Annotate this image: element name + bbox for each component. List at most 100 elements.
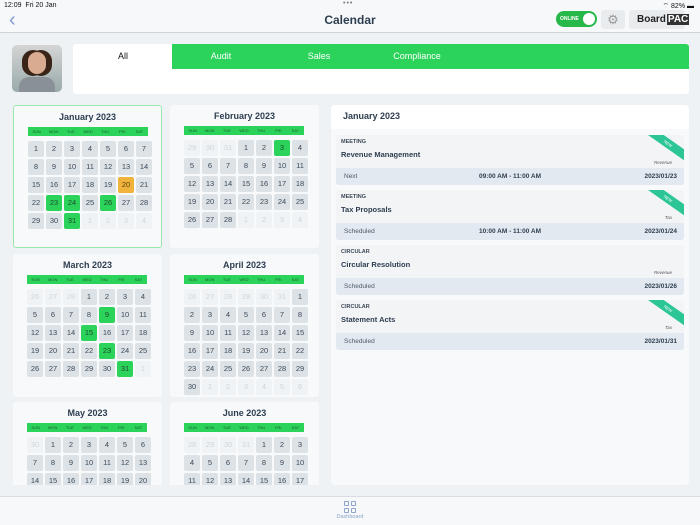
- day-cell[interactable]: 12: [184, 176, 200, 192]
- day-cell[interactable]: 2: [46, 141, 62, 157]
- day-cell[interactable]: 15: [45, 473, 61, 485]
- day-cell[interactable]: 7: [27, 455, 43, 471]
- other-month-day[interactable]: 29: [238, 289, 254, 305]
- day-cell[interactable]: 14: [274, 325, 290, 341]
- day-cell[interactable]: 13: [135, 455, 151, 471]
- other-month-day[interactable]: 30: [27, 437, 43, 453]
- other-month-day[interactable]: 29: [184, 140, 200, 156]
- other-month-day[interactable]: 3: [238, 379, 254, 395]
- day-cell[interactable]: 17: [274, 176, 290, 192]
- other-month-day[interactable]: 1: [82, 213, 98, 229]
- event-day[interactable]: 31: [117, 361, 133, 377]
- day-cell[interactable]: 2: [256, 140, 272, 156]
- day-cell[interactable]: 16: [256, 176, 272, 192]
- other-month-day[interactable]: 26: [27, 289, 43, 305]
- event-day[interactable]: 23: [46, 195, 62, 211]
- day-cell[interactable]: 1: [238, 140, 254, 156]
- day-cell[interactable]: 15: [256, 473, 272, 485]
- day-cell[interactable]: 18: [135, 325, 151, 341]
- day-cell[interactable]: 19: [184, 194, 200, 210]
- day-cell[interactable]: 29: [28, 213, 44, 229]
- day-cell[interactable]: 12: [238, 325, 254, 341]
- other-month-day[interactable]: 1: [135, 361, 151, 377]
- dashboard-button[interactable]: Dashboard: [333, 501, 367, 520]
- event-day[interactable]: 23: [99, 343, 115, 359]
- gear-icon[interactable]: ⚙: [601, 10, 625, 29]
- day-cell[interactable]: 4: [99, 437, 115, 453]
- tab-all[interactable]: All: [83, 51, 163, 61]
- other-month-day[interactable]: 5: [274, 379, 290, 395]
- day-cell[interactable]: 27: [256, 361, 272, 377]
- day-cell[interactable]: 21: [136, 177, 152, 193]
- other-month-day[interactable]: 26: [184, 289, 200, 305]
- day-cell[interactable]: 27: [202, 212, 218, 228]
- event-day[interactable]: 31: [64, 213, 80, 229]
- other-month-day[interactable]: 4: [256, 379, 272, 395]
- day-cell[interactable]: 2: [184, 307, 200, 323]
- months-scroll[interactable]: January 2023 SUN MON TUE WED THU FRI SAT 1 2 3 4 5 6 7…: [0, 100, 325, 485]
- day-cell[interactable]: 5: [117, 437, 133, 453]
- event-day[interactable]: 26: [100, 195, 116, 211]
- day-cell[interactable]: 24: [117, 343, 133, 359]
- day-cell[interactable]: 29: [292, 361, 308, 377]
- day-cell[interactable]: 8: [28, 159, 44, 175]
- other-month-day[interactable]: 28: [220, 289, 236, 305]
- tab-audit[interactable]: Audit: [181, 51, 261, 61]
- day-cell[interactable]: 17: [117, 325, 133, 341]
- day-cell[interactable]: 19: [27, 343, 43, 359]
- day-cell[interactable]: 8: [45, 455, 61, 471]
- day-cell[interactable]: 10: [117, 307, 133, 323]
- day-cell[interactable]: 25: [292, 194, 308, 210]
- day-cell[interactable]: 6: [256, 307, 272, 323]
- day-cell[interactable]: 3: [64, 141, 80, 157]
- day-cell[interactable]: 25: [220, 361, 236, 377]
- day-cell[interactable]: 9: [46, 159, 62, 175]
- day-cell[interactable]: 17: [292, 473, 308, 485]
- day-cell[interactable]: 15: [28, 177, 44, 193]
- other-month-day[interactable]: 29: [202, 437, 218, 453]
- tab-sales[interactable]: Sales: [279, 51, 359, 61]
- other-month-day[interactable]: 3: [118, 213, 134, 229]
- other-month-day[interactable]: 1: [238, 212, 254, 228]
- day-cell[interactable]: 28: [220, 212, 236, 228]
- boardpac-logo[interactable]: Board PAC: [629, 10, 690, 29]
- day-cell[interactable]: 30: [184, 379, 200, 395]
- day-cell[interactable]: 7: [274, 307, 290, 323]
- day-cell[interactable]: 10: [202, 325, 218, 341]
- day-cell[interactable]: 12: [100, 159, 116, 175]
- avatar[interactable]: [12, 45, 62, 92]
- day-cell[interactable]: 4: [135, 289, 151, 305]
- day-cell[interactable]: 11: [82, 159, 98, 175]
- day-cell[interactable]: 4: [220, 307, 236, 323]
- day-cell[interactable]: 5: [100, 141, 116, 157]
- day-cell[interactable]: 7: [238, 455, 254, 471]
- day-cell[interactable]: 16: [63, 473, 79, 485]
- day-cell[interactable]: 13: [256, 325, 272, 341]
- day-cell[interactable]: 10: [81, 455, 97, 471]
- day-cell[interactable]: 20: [45, 343, 61, 359]
- day-cell[interactable]: 3: [292, 437, 308, 453]
- other-month-day[interactable]: 4: [292, 212, 308, 228]
- event-day[interactable]: 15: [81, 325, 97, 341]
- day-cell[interactable]: 20: [202, 194, 218, 210]
- day-cell[interactable]: 6: [135, 437, 151, 453]
- day-cell[interactable]: 1: [81, 289, 97, 305]
- other-month-day[interactable]: 27: [45, 289, 61, 305]
- day-cell[interactable]: 16: [274, 473, 290, 485]
- other-month-day[interactable]: 3: [274, 212, 290, 228]
- day-cell[interactable]: 14: [136, 159, 152, 175]
- day-cell[interactable]: 7: [136, 141, 152, 157]
- day-cell[interactable]: 18: [82, 177, 98, 193]
- other-month-day[interactable]: 30: [256, 289, 272, 305]
- day-cell[interactable]: 1: [292, 289, 308, 305]
- day-cell[interactable]: 2: [274, 437, 290, 453]
- day-cell[interactable]: 8: [238, 158, 254, 174]
- other-month-day[interactable]: 28: [184, 437, 200, 453]
- day-cell[interactable]: 8: [256, 455, 272, 471]
- day-cell[interactable]: 9: [274, 455, 290, 471]
- day-cell[interactable]: 22: [238, 194, 254, 210]
- agenda-item[interactable]: MEETING Revenue Management Revenue NEW N…: [336, 135, 684, 185]
- day-cell[interactable]: 30: [46, 213, 62, 229]
- day-cell[interactable]: 25: [82, 195, 98, 211]
- day-cell[interactable]: 20: [135, 473, 151, 485]
